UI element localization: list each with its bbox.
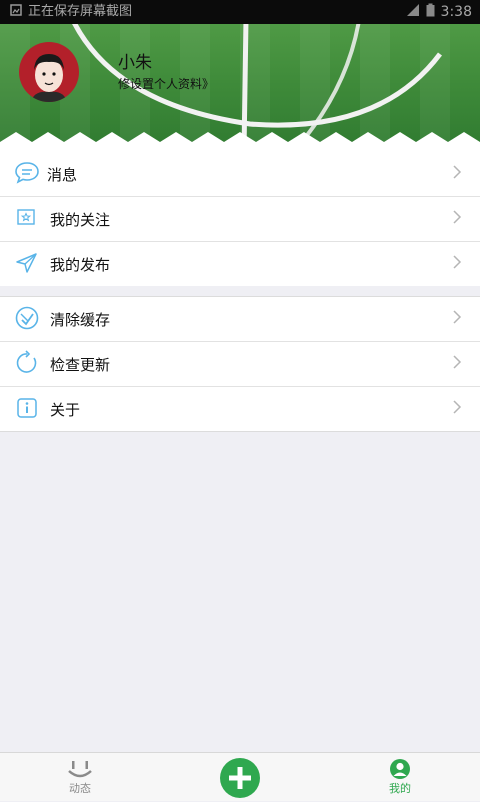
menu-item-messages[interactable]: 消息 [0, 152, 480, 197]
nav-label: 动态 [69, 782, 91, 795]
menu-item-label: 我的发布 [50, 256, 111, 274]
status-notification-text: 正在保存屏幕截图 [28, 4, 133, 19]
menu-group-primary: 消息 我的关注 我的发布 [0, 152, 480, 286]
menu-item-my-posts[interactable]: 我的发布 [0, 242, 480, 286]
menu-item-about[interactable]: 关于 [0, 387, 480, 431]
profile-header: 小朱 修设置个人资料》 [0, 24, 480, 152]
edit-profile-link[interactable]: 修设置个人资料》 [118, 75, 214, 92]
bottom-navigation: 动态 我的 [0, 752, 480, 801]
chevron-right-icon [452, 309, 462, 325]
refresh-icon [14, 350, 40, 376]
menu-item-label: 清除缓存 [50, 311, 111, 329]
menu-item-following[interactable]: 我的关注 [0, 197, 480, 242]
nav-label: 我的 [389, 782, 411, 795]
chevron-right-icon [452, 164, 462, 180]
plus-icon [220, 758, 260, 802]
status-time: 3:38 [440, 4, 472, 20]
info-icon [14, 395, 40, 421]
nav-tab-mine[interactable]: 我的 [360, 753, 440, 801]
clear-cache-icon [14, 305, 40, 331]
send-icon [14, 250, 40, 276]
add-post-button[interactable] [220, 758, 260, 798]
menu-group-settings: 清除缓存 检查更新 关于 [0, 296, 480, 432]
signal-icon [406, 3, 420, 21]
chevron-right-icon [452, 209, 462, 225]
menu-item-label: 检查更新 [50, 356, 111, 374]
home-star-icon [14, 205, 40, 231]
menu-item-clear-cache[interactable]: 清除缓存 [0, 297, 480, 342]
battery-icon [426, 3, 435, 21]
screenshot-notification-icon [10, 4, 22, 20]
chevron-right-icon [452, 354, 462, 370]
menu-item-label: 消息 [47, 166, 78, 184]
nav-tab-moments[interactable]: 动态 [40, 753, 120, 801]
menu-item-check-update[interactable]: 检查更新 [0, 342, 480, 387]
chevron-right-icon [452, 399, 462, 415]
menu-item-label: 我的关注 [50, 211, 111, 229]
avatar[interactable] [19, 42, 79, 102]
chevron-right-icon [452, 254, 462, 270]
menu-item-label: 关于 [50, 401, 81, 419]
chat-bubble-icon [14, 160, 40, 186]
status-bar: 正在保存屏幕截图 3:38 [0, 0, 480, 24]
profile-name: 小朱 [118, 53, 152, 73]
